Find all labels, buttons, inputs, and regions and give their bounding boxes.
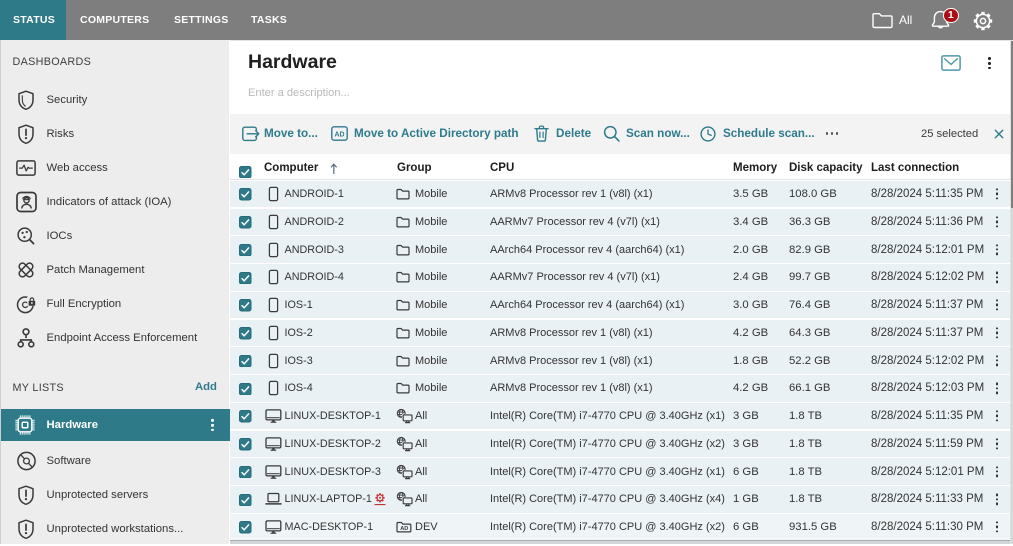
svg-text:AD: AD (334, 131, 344, 138)
svg-text:AD: AD (400, 526, 408, 532)
